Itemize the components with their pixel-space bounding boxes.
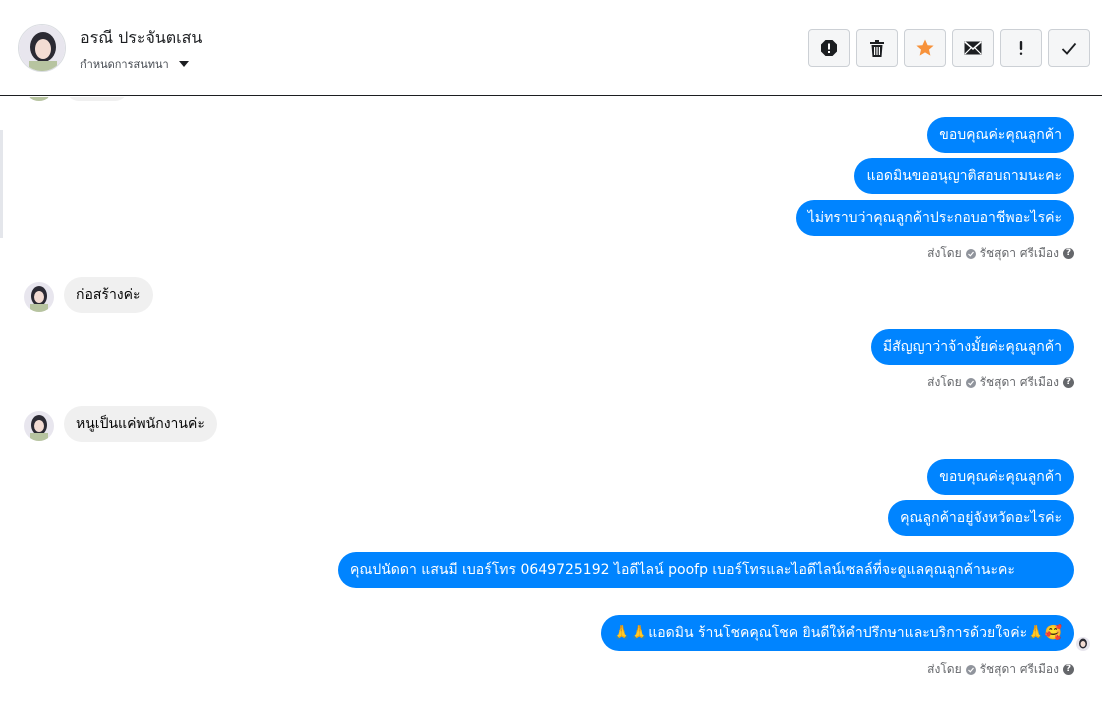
contact-name: อรณี ประจันตเสน — [80, 28, 203, 47]
outgoing-message: ไม่ทราบว่าคุณลูกค้าประกอบอาชีพอะไรค่ะ — [795, 200, 1074, 236]
delete-button[interactable] — [856, 29, 898, 67]
seen-avatar — [1076, 637, 1090, 651]
help-icon[interactable]: ? — [1063, 664, 1074, 675]
exclamation-icon — [1019, 41, 1023, 55]
incoming-message — [66, 97, 128, 101]
incoming-message: หนูเป็นแค่พนักงานค่ะ — [64, 406, 217, 442]
avatar[interactable] — [18, 24, 66, 72]
mark-done-button[interactable] — [1048, 29, 1090, 67]
sent-by-label: ส่งโดย — [927, 662, 962, 676]
conversation-settings-dropdown[interactable]: กำหนดการสนทนา — [80, 55, 189, 73]
message-thread: ขอบคุณค่ะคุณลูกค้า แอดมินขออนุญาติสอบถาม… — [0, 97, 1102, 709]
outgoing-message: 🙏🙏แอดมิน ร้านโชคคุณโชค ยินดีให้คำปรึกษาแ… — [601, 615, 1074, 651]
contact-avatar — [24, 411, 54, 441]
star-icon — [916, 39, 934, 56]
check-circle-icon — [965, 377, 976, 388]
check-circle-icon — [965, 664, 976, 675]
sent-by-agent: รัชสุดา ศรีเมือง — [979, 662, 1059, 676]
mark-unread-button[interactable] — [952, 29, 994, 67]
outgoing-message: มีสัญญาว่าจ้างมั้ยค่ะคุณลูกค้า — [870, 329, 1074, 365]
caret-down-icon — [178, 61, 189, 67]
mark-spam-button[interactable] — [808, 29, 850, 67]
outgoing-message: ขอบคุณค่ะคุณลูกค้า — [927, 459, 1074, 495]
contact-avatar — [24, 282, 54, 312]
conversation-header: อรณี ประจันตเสน กำหนดการสนทนา — [0, 0, 1102, 96]
outgoing-message: คุณปนัดดา แสนมี เบอร์โทร 0649725192 ไอดี… — [338, 552, 1074, 588]
conversation-window: อรณี ประจันตเสน กำหนดการสนทนา ขอบคุณค่ะค… — [0, 0, 1102, 709]
contact-avatar — [24, 97, 54, 101]
checkmark-icon — [1061, 42, 1077, 55]
sent-by-label: ส่งโดย — [927, 246, 962, 260]
help-icon[interactable]: ? — [1063, 377, 1074, 388]
outgoing-message: คุณลูกค้าอยู่จังหวัดอะไรค่ะ — [888, 500, 1074, 536]
sent-by-label: ส่งโดย — [927, 375, 962, 389]
sent-by-agent: รัชสุดา ศรีเมือง — [979, 246, 1059, 260]
envelope-icon — [964, 41, 982, 55]
trash-icon — [870, 39, 884, 57]
sent-by-meta: ส่งโดย รัชสุดา ศรีเมือง ? — [927, 660, 1074, 679]
sent-by-agent: รัชสุดา ศรีเมือง — [979, 375, 1059, 389]
check-circle-icon — [965, 248, 976, 259]
outgoing-message: แอดมินขออนุญาติสอบถามนะคะ — [854, 158, 1074, 194]
conversation-settings-label: กำหนดการสนทนา — [80, 58, 169, 71]
incoming-message: ก่อสร้างค่ะ — [64, 277, 153, 313]
follow-up-button[interactable] — [1000, 29, 1042, 67]
sent-by-meta: ส่งโดย รัชสุดา ศรีเมือง ? — [927, 373, 1074, 392]
help-icon[interactable]: ? — [1063, 248, 1074, 259]
star-button[interactable] — [904, 29, 946, 67]
sent-by-meta: ส่งโดย รัชสุดา ศรีเมือง ? — [927, 244, 1074, 263]
conversation-toolbar — [808, 29, 1090, 67]
spam-alert-icon — [821, 40, 837, 56]
outgoing-message: ขอบคุณค่ะคุณลูกค้า — [927, 117, 1074, 153]
